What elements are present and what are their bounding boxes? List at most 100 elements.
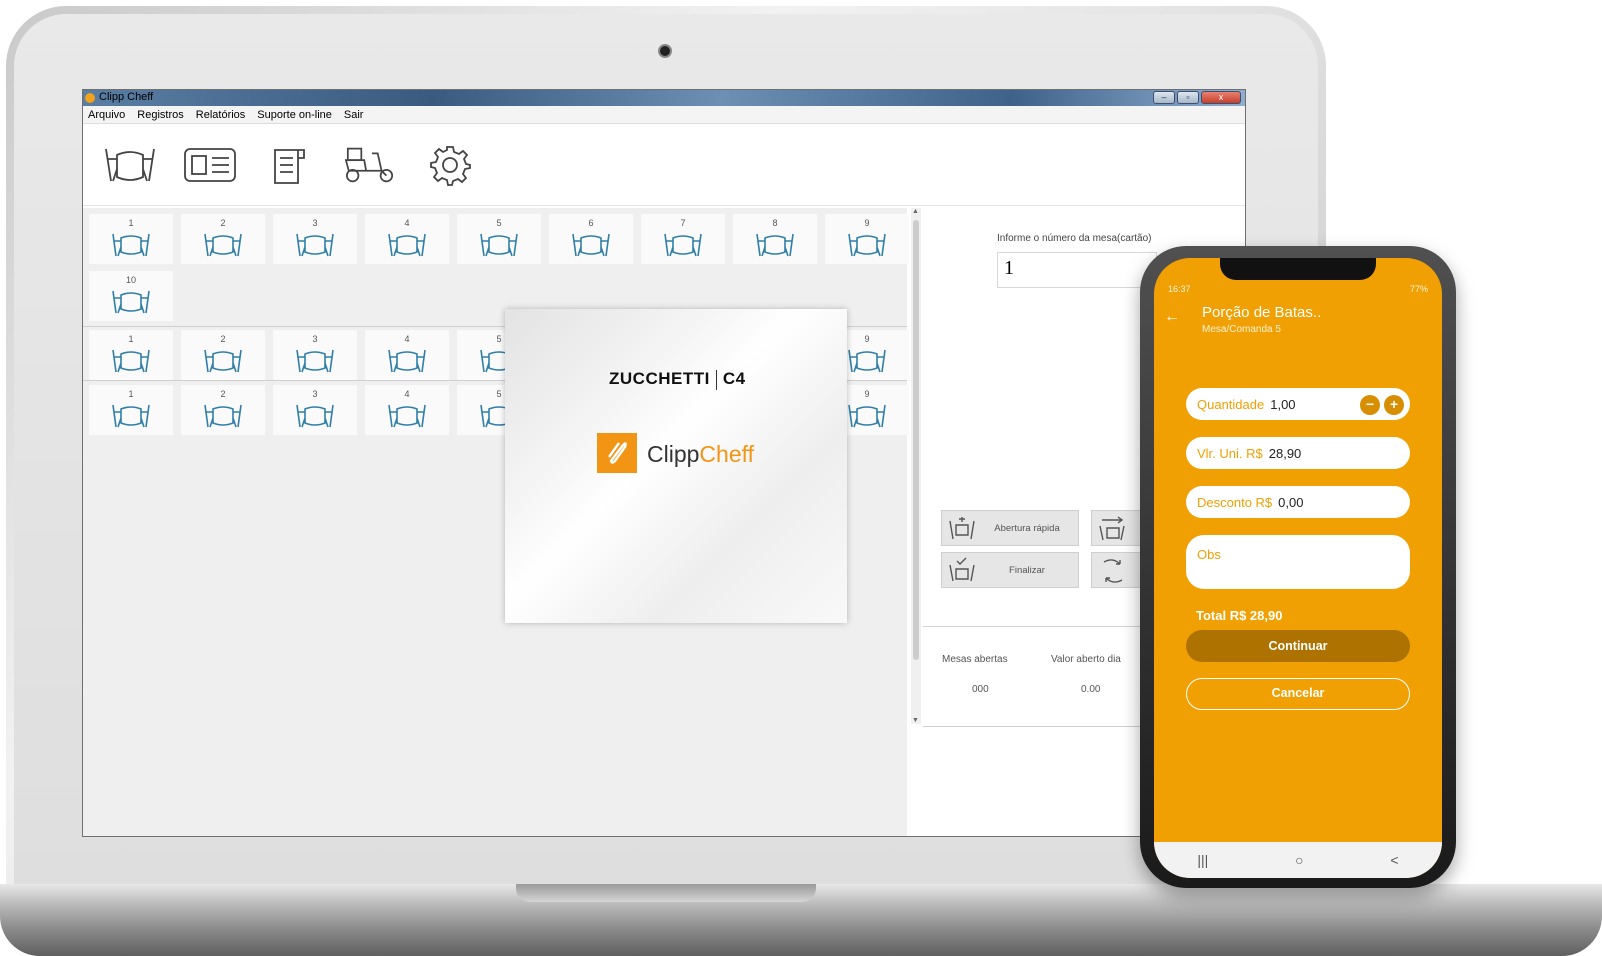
- quantity-label: Quantidade: [1197, 396, 1265, 412]
- brand-zucchetti: ZUCCHETTI C4: [609, 369, 746, 390]
- delivery-button[interactable]: [343, 138, 397, 192]
- menu-relatorios[interactable]: Relatórios: [196, 106, 246, 123]
- table-tile[interactable]: 4: [365, 385, 449, 435]
- table-tile[interactable]: 3: [273, 330, 357, 380]
- table-plus-icon: [949, 517, 975, 540]
- minus-icon[interactable]: −: [1360, 395, 1380, 415]
- table-tile[interactable]: 7: [641, 214, 725, 264]
- table-tile[interactable]: 4: [365, 330, 449, 380]
- discount-field[interactable]: Desconto R$ 0,00: [1186, 486, 1410, 518]
- table-number: 3: [312, 389, 318, 399]
- unit-price-value: 28,90: [1268, 445, 1302, 461]
- card-icon: [184, 147, 236, 182]
- status-battery: 77%: [1409, 284, 1428, 294]
- table-number: 9: [864, 218, 870, 228]
- menu-sair[interactable]: Sair: [344, 106, 364, 123]
- tables-scrollbar[interactable]: ▲ ▼: [911, 208, 921, 724]
- unit-price-label: Vlr. Uni. R$: [1197, 445, 1263, 461]
- phone-screen: 16:37 77% ← Porção de Batas.. Mesa/Coman…: [1154, 258, 1442, 878]
- app-icon: [85, 93, 95, 103]
- product-title: Porção de Batas..: [1202, 304, 1322, 321]
- phone: 16:37 77% ← Porção de Batas.. Mesa/Coman…: [1140, 246, 1456, 888]
- table-tile[interactable]: 3: [273, 214, 357, 264]
- table-number: 7: [680, 218, 686, 228]
- app-window: Clipp Cheff – ▫ x Arquivo Registros Rela…: [82, 89, 1246, 837]
- menu-arquivo[interactable]: Arquivo: [88, 106, 125, 123]
- scroll-down-icon[interactable]: ▼: [912, 717, 919, 724]
- table-number: 1: [128, 334, 134, 344]
- product-name: ClippCheff: [647, 441, 754, 467]
- open-value-label: Valor aberto dia: [1051, 654, 1121, 665]
- transfer-icon: [1099, 516, 1125, 541]
- back-icon[interactable]: <: [1390, 852, 1398, 868]
- splash-screen: ZUCCHETTI C4 ClippCheff: [505, 309, 847, 623]
- home-icon[interactable]: ○: [1295, 852, 1303, 868]
- table-icon: [105, 148, 155, 181]
- table-number: 6: [588, 218, 594, 228]
- finish-button[interactable]: Finalizar: [941, 552, 1079, 588]
- minimize-button[interactable]: –: [1153, 91, 1175, 104]
- table-number-label: Informe o número da mesa(cartão): [997, 233, 1152, 244]
- table-subtitle: Mesa/Comanda 5: [1202, 324, 1281, 335]
- cancel-button[interactable]: Cancelar: [1186, 678, 1410, 710]
- table-number: 3: [312, 334, 318, 344]
- transfer-button[interactable]: [1091, 510, 1141, 546]
- table-tile[interactable]: 1: [89, 385, 173, 435]
- swap-icon: [1103, 559, 1123, 583]
- tables-button[interactable]: [103, 138, 157, 192]
- unit-price-field[interactable]: Vlr. Uni. R$ 28,90: [1186, 437, 1410, 469]
- table-number: 10: [125, 275, 136, 285]
- table-tile[interactable]: 5: [457, 214, 541, 264]
- android-nav-bar: ||| ○ <: [1154, 842, 1442, 878]
- quick-open-button[interactable]: Abertura rápida: [941, 510, 1079, 546]
- clipp-logo-icon: [597, 433, 637, 473]
- settings-button[interactable]: [423, 138, 477, 192]
- table-number: 5: [496, 218, 502, 228]
- recent-apps-icon[interactable]: |||: [1197, 852, 1208, 868]
- continue-button[interactable]: Continuar: [1186, 630, 1410, 662]
- table-tile[interactable]: 2: [181, 330, 265, 380]
- table-tile[interactable]: 2: [181, 214, 265, 264]
- table-tile[interactable]: 9: [825, 214, 909, 264]
- laptop-notch: [516, 884, 816, 902]
- table-tile[interactable]: 10: [89, 271, 173, 321]
- maximize-button[interactable]: ▫: [1177, 91, 1199, 104]
- obs-label: Obs: [1197, 547, 1221, 562]
- table-tile[interactable]: 6: [549, 214, 633, 264]
- quantity-value: 1,00: [1270, 396, 1296, 412]
- table-tile[interactable]: 8: [733, 214, 817, 264]
- swap-button[interactable]: [1091, 552, 1141, 588]
- back-arrow-icon[interactable]: ←: [1164, 308, 1180, 326]
- settings-gear-icon: [430, 145, 471, 186]
- table-icon: [388, 404, 426, 428]
- scroll-thumb[interactable]: [913, 220, 919, 660]
- open-tables-label: Mesas abertas: [942, 654, 1008, 665]
- table-number: 2: [220, 389, 226, 399]
- table-tile[interactable]: 2: [181, 385, 265, 435]
- close-button[interactable]: x: [1201, 91, 1241, 104]
- table-icon: [848, 404, 886, 428]
- table-tile[interactable]: 1: [89, 214, 173, 264]
- table-number: 3: [312, 218, 318, 228]
- brand-text: ZUCCHETTI: [609, 369, 710, 388]
- table-number-input[interactable]: 1: [997, 252, 1157, 288]
- open-value-value: 0.00: [1081, 684, 1101, 695]
- reports-button[interactable]: [263, 138, 317, 192]
- quantity-field[interactable]: Quantidade 1,00 − +: [1186, 388, 1410, 420]
- table-tile[interactable]: 4: [365, 214, 449, 264]
- cards-button[interactable]: [183, 138, 237, 192]
- plus-icon[interactable]: +: [1384, 395, 1404, 415]
- total-text: Total R$ 28,90: [1196, 608, 1283, 623]
- webcam: [660, 46, 670, 56]
- scroll-up-icon[interactable]: ▲: [912, 208, 919, 215]
- menu-registros[interactable]: Registros: [137, 106, 183, 123]
- obs-field[interactable]: Obs: [1186, 535, 1410, 589]
- table-icon: [388, 349, 426, 373]
- table-number: 2: [220, 334, 226, 344]
- table-tile[interactable]: 1: [89, 330, 173, 380]
- table-tile[interactable]: 3: [273, 385, 357, 435]
- phone-notch: [1220, 258, 1376, 280]
- table-icon: [848, 349, 886, 373]
- menu-bar: Arquivo Registros Relatórios Suporte on-…: [83, 106, 1245, 124]
- menu-suporte[interactable]: Suporte on-line: [257, 106, 332, 123]
